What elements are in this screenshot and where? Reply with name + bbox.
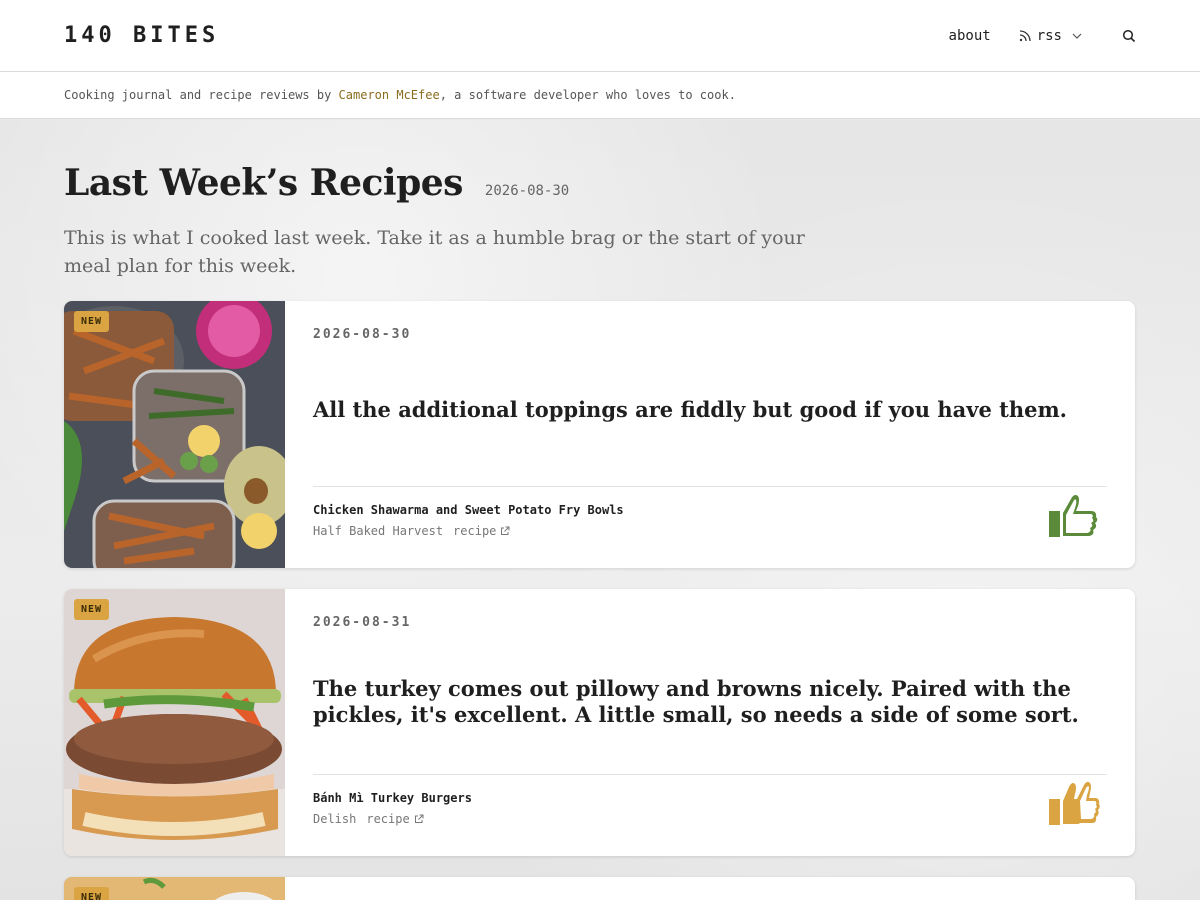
new-badge: NEW	[74, 887, 110, 900]
new-badge: NEW	[74, 599, 110, 620]
recipe-link-label: recipe	[453, 524, 497, 538]
card-body: 2026-08-31 The turkey comes out pillowy …	[285, 589, 1135, 856]
card-footer: Bánh Mì Turkey Burgers Delish recipe	[313, 774, 1107, 856]
site-logo[interactable]: 140 BITES	[64, 23, 219, 48]
main-nav: about rss	[949, 28, 1136, 44]
tagline-text: Cooking journal and recipe reviews by	[64, 88, 339, 102]
external-link-icon	[414, 814, 424, 823]
rss-icon	[1019, 29, 1031, 42]
new-badge: NEW	[74, 311, 110, 332]
shawarma-bowl-photo	[64, 301, 285, 568]
page-intro: This is what I cooked last week. Take it…	[64, 227, 805, 277]
card-date: 2026-08-30	[313, 327, 412, 342]
recipe-photo[interactable]: NEW	[64, 877, 285, 900]
recipe-card[interactable]: NEW 2026-08-30 All the additional toppin…	[64, 301, 1135, 568]
recipe-name[interactable]: Bánh Mì Turkey Burgers	[313, 791, 472, 805]
recipe-source: Half Baked Harvest	[313, 524, 444, 538]
page-date: 2026-08-30	[484, 183, 570, 199]
recipe-name[interactable]: Chicken Shawarma and Sweet Potato Fry Bo…	[313, 503, 624, 517]
page-title: Last Week’s Recipes	[64, 162, 463, 204]
recipe-source: Delish	[313, 812, 357, 826]
nav-rss-label: rss	[1036, 27, 1062, 44]
site-header: 140 BITES about rss	[0, 0, 1200, 72]
chevron-down-icon	[1072, 33, 1082, 39]
author-link[interactable]: Cameron McEfee	[339, 88, 440, 102]
recipe-photo[interactable]: NEW	[64, 589, 285, 856]
nav-about-link[interactable]: about	[949, 28, 991, 44]
thumbs-up-icon	[1049, 495, 1098, 537]
review-quote[interactable]: All the additional toppings are fiddly b…	[313, 397, 1107, 423]
recipe-meta: Half Baked Harvest recipe	[313, 524, 510, 538]
double-thumbs-up-icon	[1049, 781, 1100, 825]
recipe-link[interactable]: recipe	[453, 524, 510, 538]
page-header: Last Week’s Recipes 2026-08-30 This is w…	[64, 162, 824, 280]
recipe-link[interactable]: recipe	[366, 812, 424, 826]
recipe-card[interactable]: NEW	[64, 877, 1135, 900]
recipe-link-label: recipe	[366, 812, 410, 826]
recipe-card[interactable]: NEW 2026-08-31 The turkey comes out pill…	[64, 589, 1135, 856]
tagline-bar: Cooking journal and recipe reviews by Ca…	[0, 72, 1200, 119]
recipe-photo[interactable]: NEW	[64, 301, 285, 568]
nav-rss-dropdown[interactable]: rss	[1019, 28, 1082, 44]
card-body	[285, 877, 1135, 900]
external-link-icon	[501, 526, 510, 535]
card-date: 2026-08-31	[313, 615, 412, 630]
main-content: Last Week’s Recipes 2026-08-30 This is w…	[0, 120, 1200, 900]
card-footer: Chicken Shawarma and Sweet Potato Fry Bo…	[313, 486, 1107, 568]
turkey-burger-photo	[64, 589, 285, 856]
recipe-meta: Delish recipe	[313, 812, 424, 826]
review-quote[interactable]: The turkey comes out pillowy and browns …	[313, 676, 1107, 728]
search-icon[interactable]	[1122, 29, 1136, 43]
card-body: 2026-08-30 All the additional toppings a…	[285, 301, 1135, 568]
tagline-text-end: , a software developer who loves to cook…	[439, 88, 736, 102]
